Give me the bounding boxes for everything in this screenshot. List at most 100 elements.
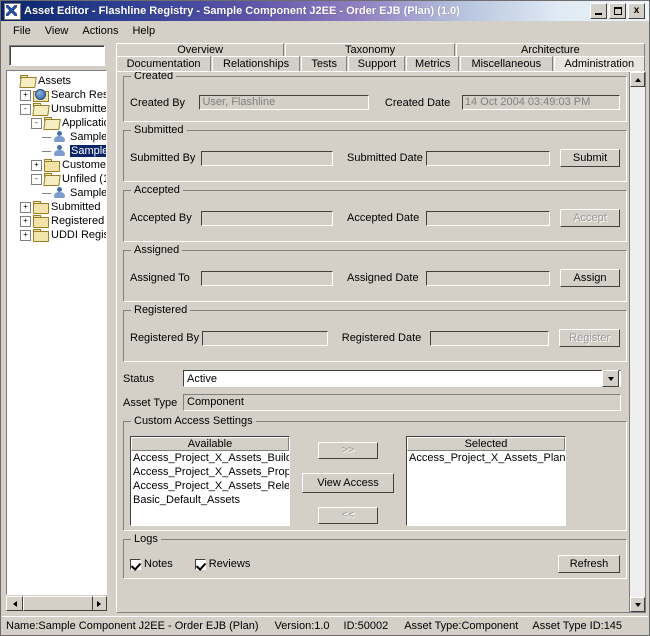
tab-miscellaneous[interactable]: Miscellaneous	[460, 56, 553, 71]
assigned-date-input[interactable]	[426, 270, 551, 286]
refresh-button[interactable]: Refresh	[558, 555, 620, 573]
collapse-icon[interactable]: -	[20, 103, 31, 115]
accepted-by-input[interactable]	[201, 210, 334, 226]
menu-view[interactable]: View	[38, 23, 76, 39]
tab-overview[interactable]: Overview	[116, 43, 285, 56]
scroll-left-button[interactable]	[6, 596, 23, 611]
tree-node[interactable]: - Unfiled (1)	[7, 172, 106, 186]
menu-help[interactable]: Help	[125, 23, 162, 39]
tree-horizontal-scrollbar[interactable]	[6, 596, 107, 611]
available-list[interactable]: Available Access_Project_X_Assets_Build A…	[130, 436, 290, 526]
registered-by-input[interactable]	[202, 330, 328, 346]
expand-icon[interactable]: +	[20, 229, 31, 241]
created-by-field: User, Flashline	[199, 95, 369, 110]
submitted-date-input[interactable]	[426, 150, 551, 166]
folder-open-icon	[32, 103, 50, 116]
tab-administration[interactable]: Administration	[553, 56, 645, 71]
tab-row-primary: Overview Taxonomy Architecture	[113, 42, 646, 56]
status-select[interactable]: Active	[183, 370, 621, 387]
expand-icon[interactable]: +	[20, 215, 31, 227]
vscroll-track[interactable]	[630, 87, 645, 597]
application-window: Asset Editor - Flashline Registry - Samp…	[0, 0, 650, 636]
window-title: Asset Editor - Flashline Registry - Samp…	[24, 5, 460, 17]
available-list-item[interactable]: Basic_Default_Assets	[131, 493, 289, 507]
tab-tests[interactable]: Tests	[301, 56, 348, 71]
available-list-item[interactable]: Access_Project_X_Assets_Propose	[131, 465, 289, 479]
tree-node[interactable]: - Application	[7, 116, 106, 130]
scroll-thumb[interactable]	[23, 596, 93, 611]
tree-node[interactable]: Sample	[7, 186, 106, 200]
menu-file[interactable]: File	[6, 23, 38, 39]
view-access-button[interactable]: View Access	[302, 473, 394, 493]
expand-icon[interactable]: +	[31, 159, 42, 171]
tree-connector	[42, 136, 53, 138]
tree-filter-input[interactable]	[9, 45, 105, 66]
submit-button[interactable]: Submit	[560, 149, 621, 167]
assigned-to-input[interactable]	[201, 270, 334, 286]
available-list-item[interactable]: Access_Project_X_Assets_Release	[131, 479, 289, 493]
tab-support[interactable]: Support	[348, 56, 406, 71]
collapse-icon[interactable]: -	[31, 117, 42, 129]
asset-icon	[53, 145, 67, 157]
tree-node[interactable]: Sample	[7, 130, 106, 144]
tree-node[interactable]: + Submitted	[7, 200, 106, 214]
scroll-track[interactable]	[23, 596, 93, 611]
expand-icon[interactable]: +	[20, 201, 31, 213]
remove-access-button[interactable]: <<	[318, 507, 378, 524]
status-label: Status	[123, 372, 155, 385]
folder-open-icon	[19, 75, 37, 88]
tab-metrics[interactable]: Metrics	[406, 56, 460, 71]
tree-node[interactable]: + Customer I	[7, 158, 106, 172]
tab-relationships[interactable]: Relationships	[212, 56, 301, 71]
assigned-to-label: Assigned To	[130, 272, 190, 284]
created-by-label: Created By	[130, 96, 186, 109]
add-access-button[interactable]: >>	[318, 442, 378, 459]
tree-node[interactable]: + Search Results	[7, 88, 106, 102]
logs-legend: Logs	[131, 533, 161, 545]
arrow-left-icon	[12, 600, 17, 607]
selected-list[interactable]: Selected Access_Project_X_Assets_Plan	[406, 436, 566, 526]
register-button[interactable]: Register	[559, 329, 620, 347]
tree-node[interactable]: - Unsubmitted	[7, 102, 106, 116]
registered-date-input[interactable]	[429, 330, 550, 346]
close-button[interactable]: x	[628, 3, 645, 19]
minimize-button[interactable]	[590, 3, 607, 19]
reviews-checkbox[interactable]	[194, 558, 206, 570]
tab-documentation[interactable]: Documentation	[116, 56, 212, 71]
menu-actions[interactable]: Actions	[75, 23, 125, 39]
menu-bar: File View Actions Help	[1, 21, 649, 41]
collapse-icon[interactable]: -	[31, 173, 42, 185]
tree-node[interactable]: + Registered	[7, 214, 106, 228]
accepted-by-label: Accepted By	[130, 212, 192, 224]
window-controls: x	[590, 3, 647, 19]
selected-list-header: Selected	[407, 437, 565, 451]
asset-tree[interactable]: Assets+Search Results-Unsubmitted-Applic…	[6, 70, 107, 595]
tab-architecture[interactable]: Architecture	[455, 43, 645, 56]
scroll-up-button[interactable]	[630, 72, 645, 87]
asset-type-label: Asset Type	[123, 396, 178, 409]
form-vertical-scrollbar[interactable]	[629, 72, 645, 612]
tree-node[interactable]: + UDDI Registries	[7, 228, 106, 242]
tab-taxonomy[interactable]: Taxonomy	[285, 43, 455, 56]
chevron-down-icon[interactable]	[602, 370, 619, 387]
selected-list-item[interactable]: Access_Project_X_Assets_Plan	[407, 451, 565, 465]
tree-node-label: Sample	[70, 131, 106, 143]
available-list-item[interactable]: Access_Project_X_Assets_Build	[131, 451, 289, 465]
tree-node[interactable]: Assets	[7, 74, 106, 88]
maximize-button[interactable]	[609, 3, 626, 19]
accepted-date-input[interactable]	[426, 210, 551, 226]
assigned-group: Assigned Assigned To Assigned Date Assig…	[123, 244, 627, 302]
submitted-by-input[interactable]	[201, 150, 334, 166]
accept-button[interactable]: Accept	[560, 209, 621, 227]
assign-button[interactable]: Assign	[560, 269, 621, 287]
title-bar: Asset Editor - Flashline Registry - Samp…	[1, 1, 649, 21]
expand-icon[interactable]: +	[20, 89, 31, 101]
tree-connector	[42, 192, 53, 194]
accepted-group: Accepted Accepted By Accepted Date Accep…	[123, 184, 627, 242]
status-name: Name:Sample Component J2EE - Order EJB (…	[6, 619, 259, 632]
notes-checkbox[interactable]	[130, 558, 141, 570]
tree-node[interactable]: Sample	[7, 144, 106, 158]
scroll-down-button[interactable]	[630, 597, 645, 612]
close-icon: x	[633, 5, 640, 16]
selected-items: Access_Project_X_Assets_Plan	[407, 451, 565, 465]
